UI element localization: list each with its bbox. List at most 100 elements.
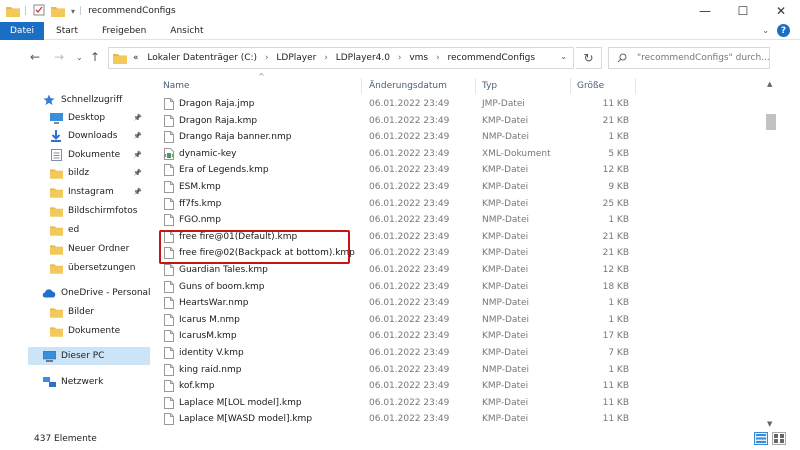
up-arrow-icon[interactable]: ↑ <box>90 50 100 64</box>
nav-item-desktop[interactable]: Desktop 📌 <box>28 109 150 127</box>
tab-ansicht[interactable]: Ansicht <box>158 22 215 40</box>
file-row[interactable]: dynamic-key 06.01.2022 23:49 XML-Dokument 5… <box>155 146 765 163</box>
breadcrumb-item[interactable]: vms <box>409 53 428 63</box>
back-arrow-icon[interactable]: ← <box>30 50 40 64</box>
title-separator: | <box>79 6 83 16</box>
recent-locations-icon[interactable]: ⌄ <box>76 53 83 62</box>
tab-start[interactable]: Start <box>44 22 90 40</box>
nav-item-schnellzugriff[interactable]: Schnellzugriff <box>28 91 150 109</box>
column-divider[interactable] <box>635 78 636 94</box>
search-input[interactable]: "recommendConfigs" durch... <box>608 47 770 69</box>
column-header-size[interactable]: Größe <box>577 81 604 91</box>
breadcrumb: « Lokaler Datenträger (C:) › LDPlayer › … <box>133 53 535 63</box>
scrollbar-thumb[interactable] <box>766 114 776 130</box>
large-icons-view-button[interactable] <box>772 432 786 445</box>
file-icon <box>164 164 174 177</box>
file-name: Drango Raja banner.nmp <box>179 132 292 143</box>
maximize-button[interactable]: ☐ <box>724 0 762 22</box>
file-row[interactable]: Drango Raja banner.nmp 06.01.2022 23:49 NM… <box>155 129 765 146</box>
file-row[interactable]: Dragon Raja.jmp 06.01.2022 23:49 JMP-Datei… <box>155 96 765 113</box>
column-divider[interactable] <box>475 78 476 94</box>
breadcrumb-separator: › <box>324 53 328 63</box>
file-row[interactable]: ff7fs.kmp 06.01.2022 23:49 KMP-Datei 25 KB <box>155 196 765 213</box>
file-size: 9 KB <box>608 182 629 192</box>
file-row[interactable]: Guns of boom.kmp 06.01.2022 23:49 KMP-Date… <box>155 279 765 296</box>
nav-item-ed[interactable]: ed <box>28 221 150 239</box>
pin-icon[interactable]: 📌 <box>133 188 142 196</box>
vertical-scrollbar[interactable]: ▲ ▼ <box>765 78 777 430</box>
pin-icon[interactable]: 📌 <box>133 132 142 140</box>
forward-arrow-icon[interactable]: → <box>54 50 64 64</box>
expand-ribbon-icon[interactable]: ⌄ <box>762 26 769 35</box>
file-row[interactable]: IcarusM.kmp 06.01.2022 23:49 KMP-Datei 17 K… <box>155 328 765 345</box>
close-button[interactable]: ✕ <box>762 0 800 22</box>
nav-item-dieser-pc[interactable]: Dieser PC <box>28 347 150 365</box>
nav-item-bildz[interactable]: bildz 📌 <box>28 164 150 182</box>
file-type: KMP-Datei <box>482 248 529 259</box>
file-row[interactable]: Laplace M[LOL model].kmp 06.01.2022 23:49… <box>155 395 765 412</box>
address-dropdown-icon[interactable]: ⌄ <box>560 52 567 61</box>
column-header-date[interactable]: Änderungsdatum <box>369 81 447 91</box>
nav-item-neuer-ordner[interactable]: Neuer Ordner <box>28 240 150 258</box>
file-row[interactable]: Laplace M[WASD model].kmp 06.01.2022 23:4… <box>155 411 765 428</box>
column-divider[interactable] <box>570 78 571 94</box>
navigation-pane: Schnellzugriff Desktop 📌 Downloads 📌 Dokument… <box>28 82 151 422</box>
file-icon <box>164 131 174 144</box>
file-row[interactable]: identity V.kmp 06.01.2022 23:49 KMP-Datei 7… <box>155 345 765 362</box>
nav-item-label: Schnellzugriff <box>61 95 123 105</box>
column-header-type[interactable]: Typ <box>482 81 497 91</box>
help-icon[interactable]: ? <box>777 24 790 37</box>
nav-item-downloads[interactable]: Downloads 📌 <box>28 127 150 145</box>
folder-icon[interactable] <box>6 6 20 17</box>
file-date: 06.01.2022 23:49 <box>369 314 450 325</box>
file-date: 06.01.2022 23:49 <box>369 231 450 242</box>
minimize-button[interactable]: — <box>686 0 724 22</box>
column-header-name[interactable]: Name <box>163 81 190 91</box>
customize-toolbar-icon[interactable]: ▾ <box>71 7 75 16</box>
scroll-down-icon[interactable]: ▼ <box>767 420 772 428</box>
nav-item-bildschirmfotos[interactable]: Bildschirmfotos <box>28 202 150 220</box>
tab-datei[interactable]: Datei <box>0 21 45 40</box>
file-row[interactable]: king raid.nmp 06.01.2022 23:49 NMP-Datei 1 … <box>155 362 765 379</box>
details-view-button[interactable] <box>754 432 768 445</box>
breadcrumb-item[interactable]: recommendConfigs <box>447 53 535 63</box>
file-icon <box>164 264 174 276</box>
breadcrumb-item[interactable]: LDPlayer <box>276 53 316 63</box>
file-name: king raid.nmp <box>179 364 242 375</box>
refresh-button[interactable]: ↻ <box>576 47 602 69</box>
file-date: 06.01.2022 23:49 <box>369 115 450 126</box>
pin-icon[interactable]: 📌 <box>133 114 142 122</box>
nav-item-übersetzungen[interactable]: übersetzungen <box>28 259 150 277</box>
folder-icon <box>49 243 63 255</box>
file-row[interactable]: Dragon Raja.kmp 06.01.2022 23:49 KMP-Datei… <box>155 113 765 130</box>
file-row[interactable]: HeartsWar.nmp 06.01.2022 23:49 NMP-Datei 1 … <box>155 295 765 312</box>
pin-icon[interactable]: 📌 <box>133 151 142 159</box>
highlight-box <box>159 230 350 264</box>
address-bar[interactable]: « Lokaler Datenträger (C:) › LDPlayer › … <box>108 47 574 69</box>
file-row[interactable]: Guardian Tales.kmp 06.01.2022 23:49 KMP-Da… <box>155 262 765 279</box>
scroll-up-icon[interactable]: ▲ <box>767 80 772 88</box>
nav-item-bilder[interactable]: Bilder <box>28 303 150 321</box>
new-folder-icon[interactable] <box>51 6 66 17</box>
file-row[interactable]: ESM.kmp 06.01.2022 23:49 KMP-Datei 9 KB <box>155 179 765 196</box>
file-row[interactable]: FGO.nmp 06.01.2022 23:49 NMP-Datei 1 KB <box>155 212 765 229</box>
properties-icon[interactable] <box>33 4 45 19</box>
refresh-icon: ↻ <box>583 51 594 65</box>
nav-item-dokumente[interactable]: Dokumente <box>28 322 150 340</box>
nav-item-instagram[interactable]: Instagram 📌 <box>28 183 150 201</box>
file-size: 21 KB <box>602 115 629 126</box>
file-row[interactable]: Icarus M.nmp 06.01.2022 23:49 NMP-Datei 1 K… <box>155 312 765 329</box>
column-divider[interactable] <box>361 78 362 94</box>
nav-item-onedrive-personal[interactable]: OneDrive - Personal <box>28 284 151 302</box>
nav-item-netzwerk[interactable]: Netzwerk <box>28 373 150 391</box>
breadcrumb-overflow[interactable]: « <box>133 53 139 63</box>
nav-item-label: Desktop <box>68 113 106 123</box>
file-row[interactable]: kof.kmp 06.01.2022 23:49 KMP-Datei 11 KB <box>155 378 765 395</box>
file-date: 06.01.2022 23:49 <box>369 99 450 109</box>
pin-icon[interactable]: 📌 <box>133 169 142 177</box>
nav-item-dokumente[interactable]: Dokumente 📌 <box>28 146 150 164</box>
breadcrumb-item[interactable]: LDPlayer4.0 <box>336 53 390 63</box>
file-row[interactable]: Era of Legends.kmp 06.01.2022 23:49 KMP-Da… <box>155 162 765 179</box>
breadcrumb-item[interactable]: Lokaler Datenträger (C:) <box>147 53 257 63</box>
tab-freigeben[interactable]: Freigeben <box>90 22 158 40</box>
